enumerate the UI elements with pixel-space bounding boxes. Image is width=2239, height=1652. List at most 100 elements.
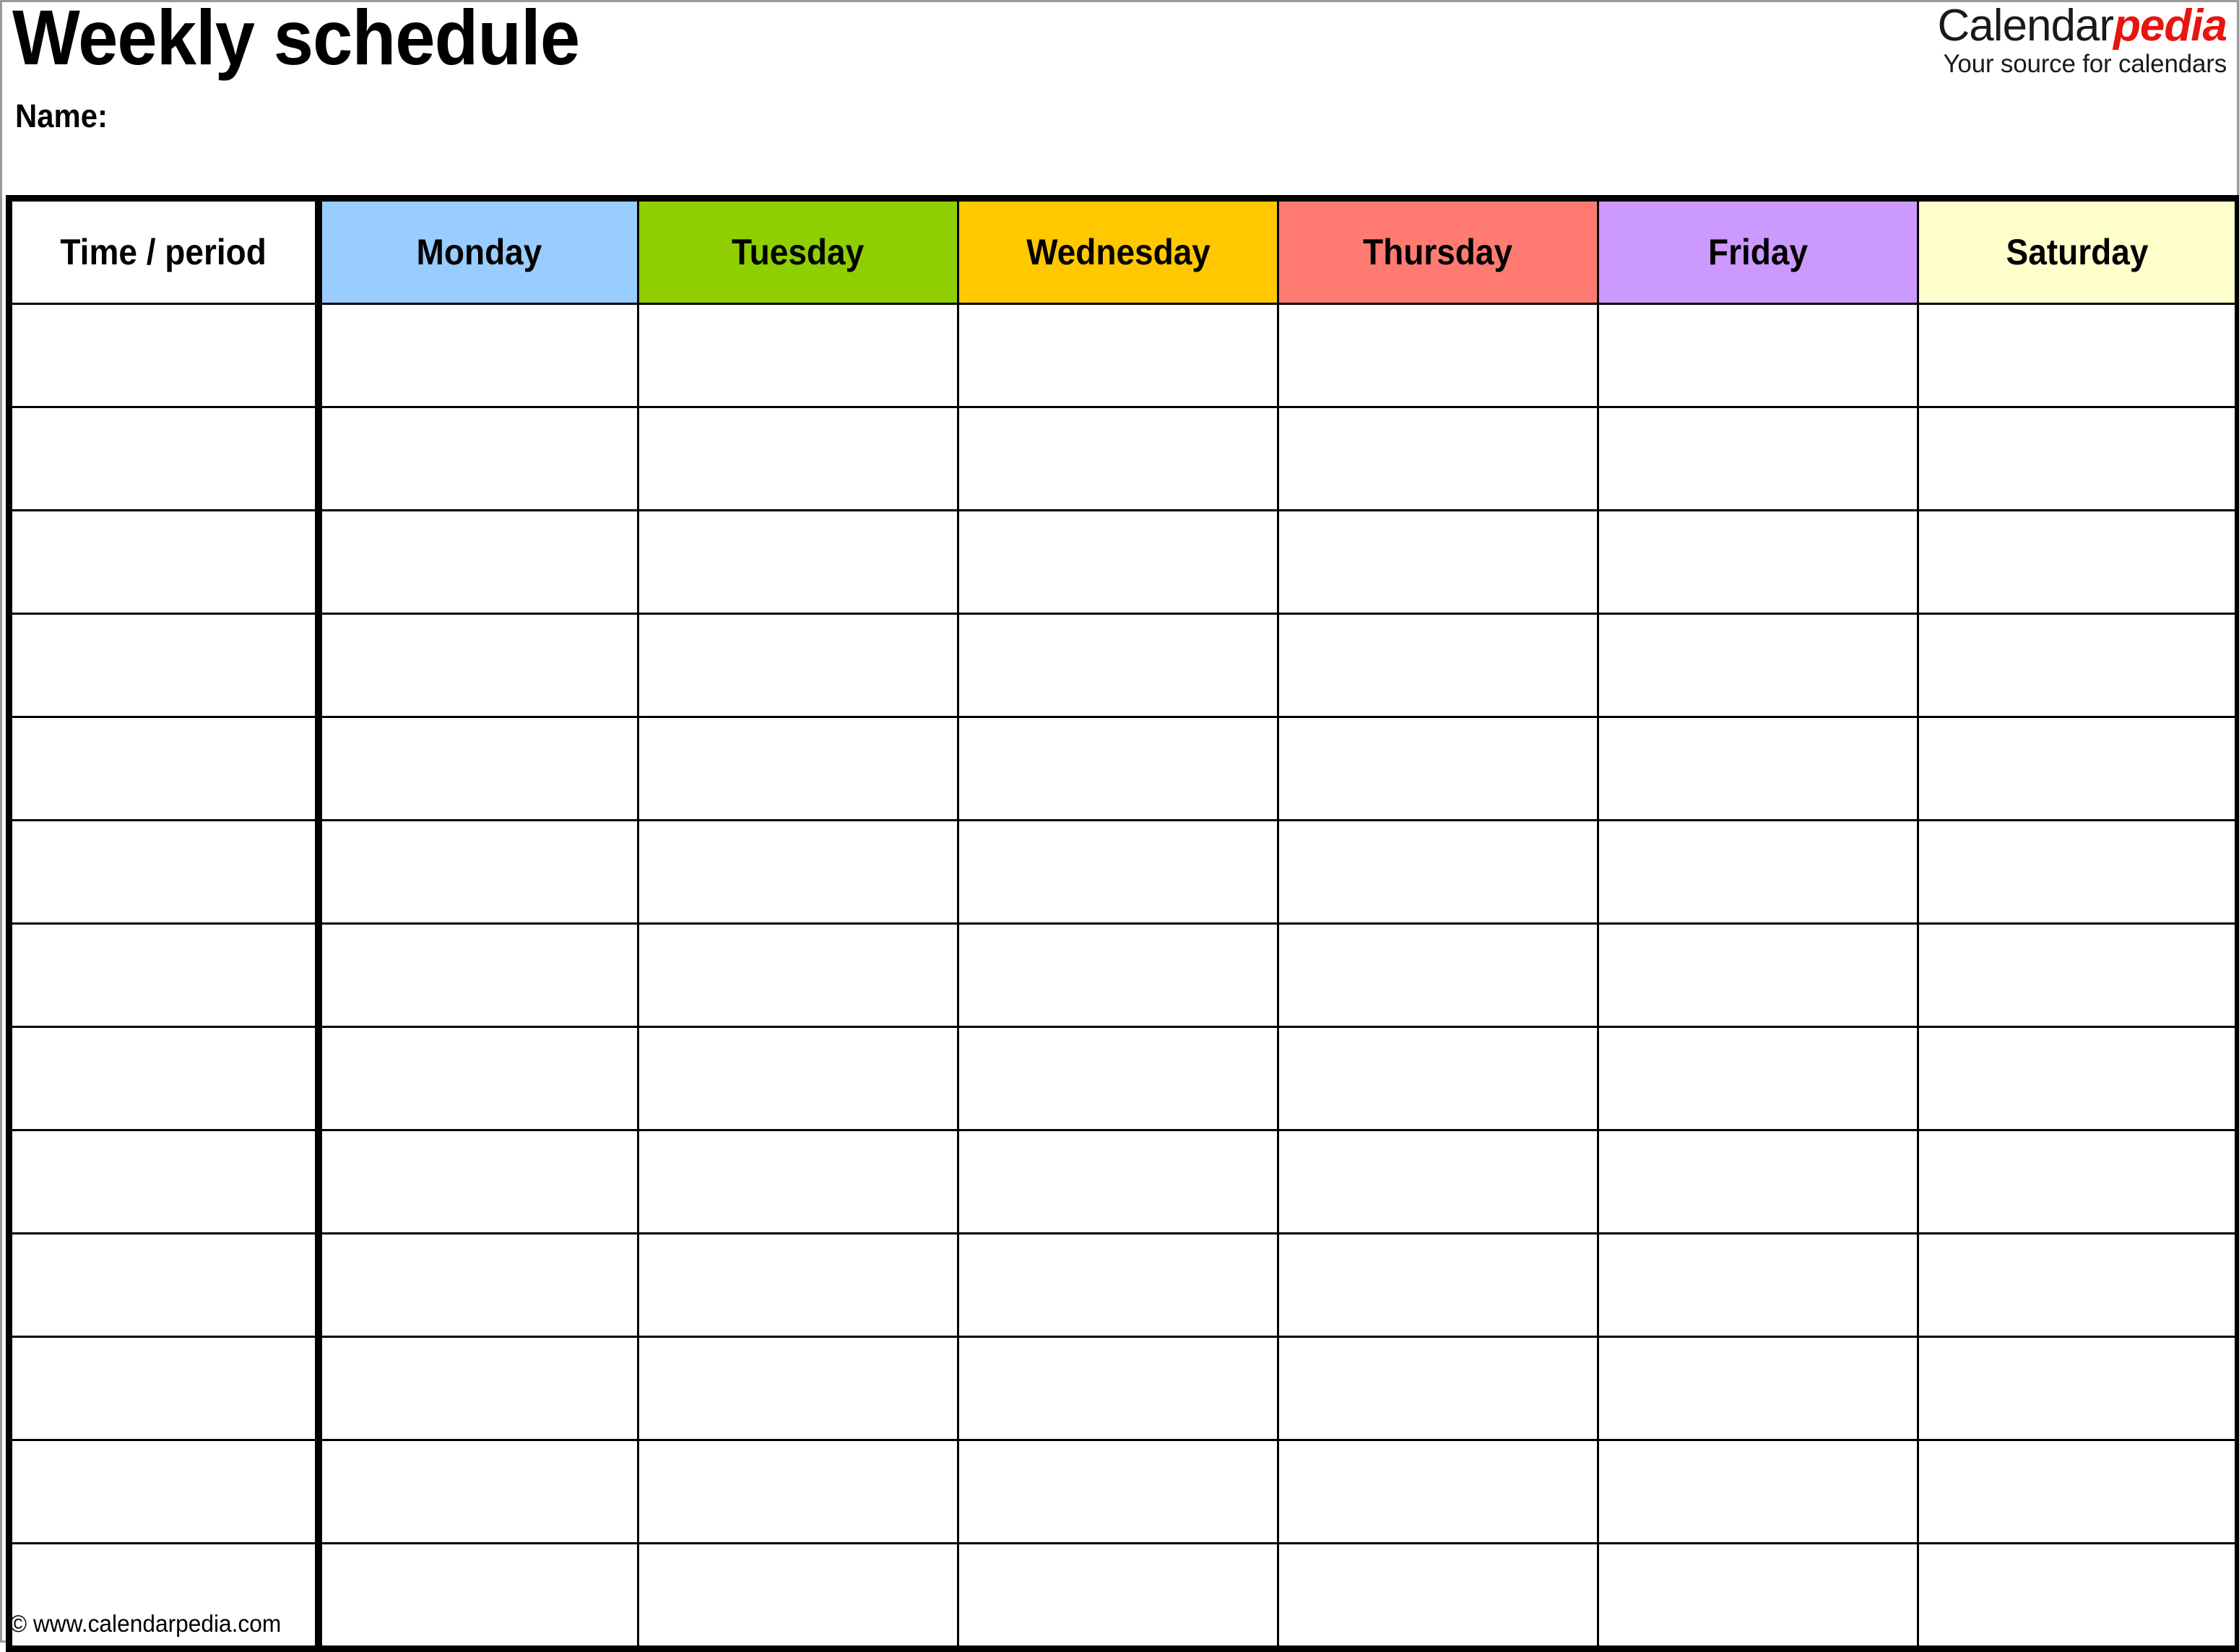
time-cell[interactable] (8, 819, 322, 925)
schedule-cell-tuesday[interactable] (637, 303, 959, 408)
schedule-cell-tuesday[interactable] (637, 1336, 959, 1441)
time-cell[interactable] (8, 1026, 322, 1131)
schedule-cell-saturday[interactable] (1917, 1026, 2239, 1131)
schedule-cell-friday[interactable] (1597, 716, 1919, 821)
time-cell[interactable] (8, 509, 322, 615)
schedule-cell-friday[interactable] (1597, 922, 1919, 1028)
time-cell[interactable] (8, 922, 322, 1028)
schedule-cell-monday[interactable] (317, 819, 639, 925)
schedule-cell-wednesday[interactable] (957, 613, 1279, 718)
schedule-cell-saturday[interactable] (1917, 819, 2239, 925)
schedule-cell-thursday[interactable] (1277, 1336, 1599, 1441)
schedule-cell-friday[interactable] (1597, 1336, 1919, 1441)
schedule-cell-friday[interactable] (1597, 613, 1919, 718)
schedule-cell-thursday[interactable] (1277, 1439, 1599, 1544)
schedule-cell-thursday[interactable] (1277, 819, 1599, 925)
schedule-cell-friday[interactable] (1597, 509, 1919, 615)
column-header-label: Time / period (60, 232, 267, 272)
time-cell[interactable] (8, 716, 322, 821)
schedule-cell-saturday[interactable] (1917, 1336, 2239, 1441)
schedule-cell-monday[interactable] (317, 406, 639, 511)
schedule-cell-monday[interactable] (317, 922, 639, 1028)
table-body (8, 303, 2239, 1650)
time-cell[interactable] (8, 1129, 322, 1234)
schedule-cell-tuesday[interactable] (637, 922, 959, 1028)
schedule-cell-wednesday[interactable] (957, 716, 1279, 821)
name-field-label: Name: (15, 98, 108, 134)
time-cell[interactable] (8, 406, 322, 511)
column-header-tuesday: Tuesday (637, 197, 959, 305)
schedule-cell-tuesday[interactable] (637, 1439, 959, 1544)
schedule-cell-wednesday[interactable] (957, 1336, 1279, 1441)
schedule-cell-wednesday[interactable] (957, 303, 1279, 408)
schedule-cell-tuesday[interactable] (637, 1129, 959, 1234)
schedule-cell-monday[interactable] (317, 613, 639, 718)
table-row (8, 716, 2239, 821)
schedule-page: Weekly schedule Name: Calendarpedia Your… (0, 0, 2239, 1652)
schedule-cell-friday[interactable] (1597, 1232, 1919, 1338)
schedule-cell-wednesday[interactable] (957, 1129, 1279, 1234)
schedule-cell-saturday[interactable] (1917, 613, 2239, 718)
schedule-cell-tuesday[interactable] (637, 613, 959, 718)
time-cell[interactable] (8, 1232, 322, 1338)
schedule-cell-thursday[interactable] (1277, 303, 1599, 408)
schedule-cell-saturday[interactable] (1917, 1439, 2239, 1544)
schedule-cell-thursday[interactable] (1277, 922, 1599, 1028)
schedule-cell-wednesday[interactable] (957, 1439, 1279, 1544)
schedule-cell-wednesday[interactable] (957, 1026, 1279, 1131)
schedule-cell-tuesday[interactable] (637, 1026, 959, 1131)
schedule-cell-tuesday[interactable] (637, 1232, 959, 1338)
schedule-cell-thursday[interactable] (1277, 716, 1599, 821)
schedule-cell-friday[interactable] (1597, 1439, 1919, 1544)
schedule-cell-friday[interactable] (1597, 303, 1919, 408)
schedule-cell-monday[interactable] (317, 1232, 639, 1338)
table-row (8, 406, 2239, 511)
schedule-cell-monday[interactable] (317, 1129, 639, 1234)
schedule-cell-saturday[interactable] (1917, 406, 2239, 511)
schedule-cell-monday[interactable] (317, 1026, 639, 1131)
schedule-cell-wednesday[interactable] (957, 819, 1279, 925)
schedule-cell-thursday[interactable] (1277, 613, 1599, 718)
schedule-cell-thursday[interactable] (1277, 1232, 1599, 1338)
schedule-cell-wednesday[interactable] (957, 922, 1279, 1028)
schedule-cell-tuesday[interactable] (637, 406, 959, 511)
brand-tagline: Your source for calendars (1943, 50, 2227, 78)
schedule-cell-friday[interactable] (1597, 1026, 1919, 1131)
schedule-cell-monday[interactable] (317, 1336, 639, 1441)
schedule-cell-monday[interactable] (317, 303, 639, 408)
schedule-cell-monday[interactable] (317, 716, 639, 821)
schedule-cell-saturday[interactable] (1917, 716, 2239, 821)
header-row: Time / period Monday Tuesday Wednesday Thurs… (8, 197, 2239, 305)
schedule-cell-thursday[interactable] (1277, 509, 1599, 615)
schedule-cell-thursday[interactable] (1277, 406, 1599, 511)
table-row (8, 1026, 2239, 1131)
time-cell[interactable] (8, 613, 322, 718)
time-cell[interactable] (8, 303, 322, 408)
schedule-cell-friday[interactable] (1597, 1129, 1919, 1234)
schedule-cell-wednesday[interactable] (957, 406, 1279, 511)
schedule-cell-saturday[interactable] (1917, 303, 2239, 408)
schedule-cell-monday[interactable] (317, 1439, 639, 1544)
column-header-label: Saturday (2006, 232, 2148, 272)
schedule-cell-tuesday[interactable] (637, 819, 959, 925)
table-row (8, 922, 2239, 1028)
schedule-cell-saturday[interactable] (1917, 922, 2239, 1028)
schedule-cell-thursday[interactable] (1277, 1026, 1599, 1131)
schedule-cell-monday[interactable] (317, 509, 639, 615)
weekly-schedule-table: Time / period Monday Tuesday Wednesday Thurs… (6, 195, 2239, 1652)
time-cell[interactable] (8, 1336, 322, 1441)
schedule-cell-friday[interactable] (1597, 819, 1919, 925)
schedule-cell-saturday[interactable] (1917, 1129, 2239, 1234)
schedule-cell-wednesday[interactable] (957, 509, 1279, 615)
time-cell[interactable] (8, 1439, 322, 1544)
schedule-cell-friday[interactable] (1597, 406, 1919, 511)
schedule-cell-saturday[interactable] (1917, 1232, 2239, 1338)
table-row (8, 1439, 2239, 1544)
column-header-thursday: Thursday (1277, 197, 1599, 305)
schedule-cell-wednesday[interactable] (957, 1232, 1279, 1338)
column-header-monday: Monday (317, 197, 639, 305)
schedule-cell-thursday[interactable] (1277, 1129, 1599, 1234)
schedule-cell-tuesday[interactable] (637, 509, 959, 615)
schedule-cell-saturday[interactable] (1917, 509, 2239, 615)
schedule-cell-tuesday[interactable] (637, 716, 959, 821)
